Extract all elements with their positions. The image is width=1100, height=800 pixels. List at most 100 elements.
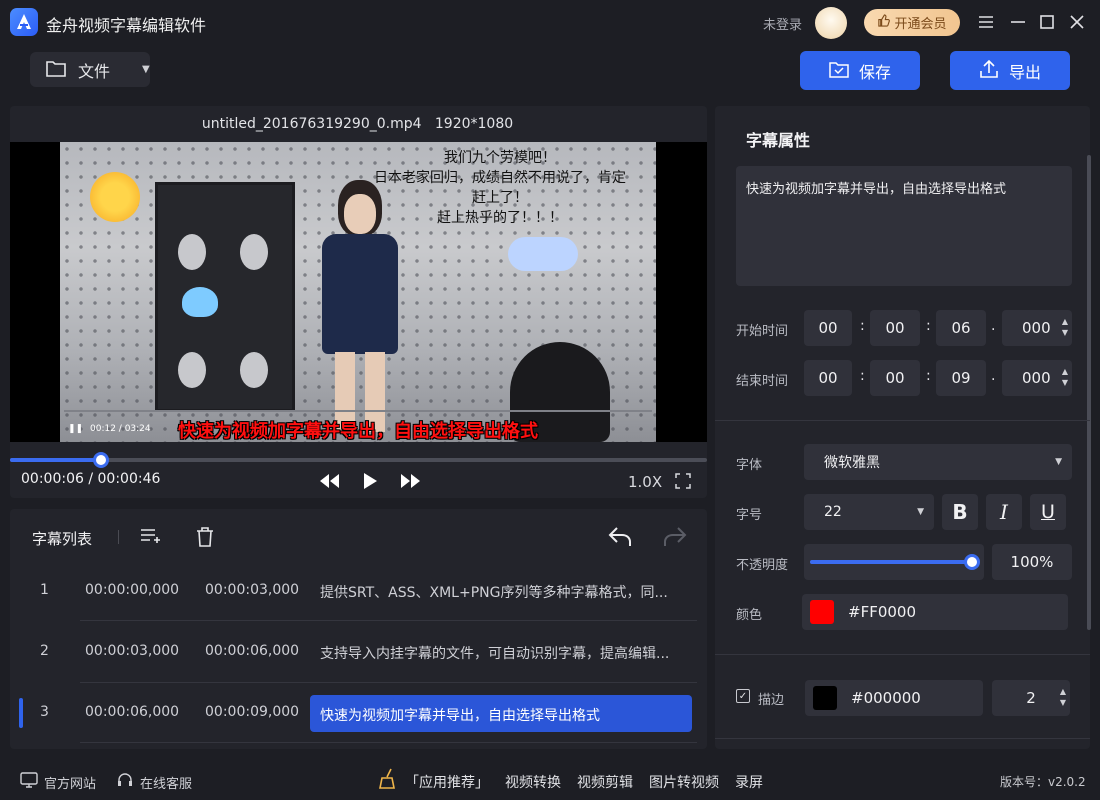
broom-icon <box>378 768 398 794</box>
total-time: 00:00:46 <box>97 471 161 487</box>
file-info: untitled_201676319290_0.mp4 1920*1080 <box>0 116 715 132</box>
menu-icon[interactable] <box>974 10 998 34</box>
video-overlay-line: 我们九个劳模吧！ <box>444 150 556 166</box>
version-label: 版本号：v2.0.2 <box>1000 775 1086 789</box>
font-size-label: 字号 <box>736 508 763 523</box>
time-colon: : <box>860 318 865 334</box>
app-title: 金舟视频字幕编辑软件 <box>46 16 207 35</box>
footer-link-video-edit[interactable]: 视频剪辑 <box>577 772 633 792</box>
stroke-checkbox[interactable]: ✓ <box>736 689 750 703</box>
thumb-up-icon <box>877 14 891 31</box>
opacity-label: 不透明度 <box>736 558 789 573</box>
row-divider <box>80 742 697 743</box>
footer-link-image-to-video[interactable]: 图片转视频 <box>649 772 719 792</box>
underline-icon: U <box>1041 501 1055 523</box>
row-index: 2 <box>40 643 49 659</box>
delete-icon[interactable] <box>195 526 215 552</box>
chevron-down-icon: ▼ <box>142 64 150 75</box>
underline-button[interactable]: U <box>1030 494 1066 530</box>
redo-icon[interactable] <box>663 526 687 552</box>
end-minute-input[interactable]: 00 <box>870 360 920 396</box>
minimize-icon[interactable] <box>1006 10 1030 34</box>
bold-button[interactable]: B <box>942 494 978 530</box>
end-ms-value: 000 <box>1022 369 1051 387</box>
official-website-link[interactable]: 官方网站 <box>20 772 96 792</box>
video-overlay-line: 赶上了！ <box>472 190 528 206</box>
subtitle-text-input[interactable]: 快速为视频加字幕并导出，自由选择导出格式 <box>736 166 1072 286</box>
playback-speed[interactable]: 1.0X <box>628 473 662 491</box>
row-index: 3 <box>40 704 49 720</box>
opacity-slider-thumb[interactable] <box>964 554 980 570</box>
start-second-input[interactable]: 06 <box>936 310 986 346</box>
end-second-input[interactable]: 09 <box>936 360 986 396</box>
start-minute-input[interactable]: 00 <box>870 310 920 346</box>
time-dot: . <box>991 368 996 384</box>
online-support-label: 在线客服 <box>140 776 193 792</box>
rewind-icon[interactable] <box>318 473 340 493</box>
row-text[interactable]: 提供SRT、ASS、XML+PNG序列等多种字幕格式，同... <box>320 582 680 602</box>
stroke-color-picker[interactable]: #000000 <box>805 680 983 716</box>
avatar[interactable] <box>815 7 847 39</box>
start-time-label: 开始时间 <box>736 324 789 339</box>
section-divider <box>715 420 1090 421</box>
video-overlay-text: 我们九个劳模吧！ 日本老家回归，成绩自然不用说了，肯定 赶上了！ 赶上热乎的了！… <box>340 148 656 228</box>
opacity-slider-fill <box>810 560 972 564</box>
stroke-color-swatch[interactable] <box>813 686 837 710</box>
time-colon: : <box>860 368 865 384</box>
save-check-icon <box>829 60 849 82</box>
spinner-icon[interactable]: ▲ ▼ <box>1062 316 1068 338</box>
file-menu-button[interactable]: 文件 ▼ <box>30 52 150 87</box>
end-time-label: 结束时间 <box>736 374 789 389</box>
row-start-time: 00:00:00,000 <box>85 582 180 598</box>
fast-forward-icon[interactable] <box>400 473 422 493</box>
stroke-width-value: 2 <box>1026 689 1036 707</box>
video-overlay-line: 赶上热乎的了！！！ <box>437 210 563 226</box>
font-select[interactable]: 微软雅黑 ▼ <box>804 444 1072 480</box>
row-text[interactable]: 支持导入内挂字幕的文件，可自动识别字幕，提高编辑... <box>320 643 680 663</box>
save-button[interactable]: 保存 <box>800 51 920 90</box>
italic-button[interactable]: I <box>986 494 1022 530</box>
folder-icon <box>46 59 66 81</box>
login-status[interactable]: 未登录 <box>763 14 802 33</box>
file-name: untitled_201676319290_0.mp4 <box>201 116 422 132</box>
add-subtitle-icon[interactable] <box>140 527 160 551</box>
start-hour-input[interactable]: 00 <box>804 310 852 346</box>
color-picker[interactable]: #FF0000 <box>802 594 1068 630</box>
opacity-input[interactable]: 100% <box>992 544 1072 580</box>
end-ms-input[interactable]: 000 ▲ ▼ <box>1002 360 1072 396</box>
start-ms-input[interactable]: 000 ▲ ▼ <box>1002 310 1072 346</box>
video-resolution: 1920*1080 <box>434 116 514 132</box>
end-hour-input[interactable]: 00 <box>804 360 852 396</box>
online-support-link[interactable]: 在线客服 <box>116 772 192 792</box>
official-website-label: 官方网站 <box>44 776 97 792</box>
export-button[interactable]: 导出 <box>950 51 1070 90</box>
close-icon[interactable] <box>1065 10 1089 34</box>
seek-thumb[interactable] <box>92 452 109 468</box>
fullscreen-icon[interactable] <box>675 473 691 493</box>
subtitle-row[interactable]: 1 00:00:00,000 00:00:03,000 提供SRT、ASS、XM… <box>10 571 707 611</box>
row-divider <box>80 682 697 683</box>
time-display: 00:00:06 / 00:00:46 <box>21 471 160 487</box>
subtitle-row[interactable]: 2 00:00:03,000 00:00:06,000 支持导入内挂字幕的文件，… <box>10 632 707 672</box>
font-size-select[interactable]: 22 ▼ <box>804 494 934 530</box>
undo-icon[interactable] <box>608 526 632 552</box>
color-swatch[interactable] <box>810 600 834 624</box>
seek-bar[interactable] <box>10 458 707 462</box>
row-text[interactable]: 快速为视频加字幕并导出，自由选择导出格式 <box>310 695 692 732</box>
spinner-icon[interactable]: ▲ ▼ <box>1060 686 1066 708</box>
video-preview[interactable]: 我们九个劳模吧！ 日本老家回归，成绩自然不用说了，肯定 赶上了！ 赶上热乎的了！… <box>60 142 656 442</box>
time-colon: : <box>926 368 931 384</box>
app-recommend-label: 「应用推荐」 <box>405 775 489 791</box>
play-icon[interactable] <box>362 472 378 494</box>
spinner-icon[interactable]: ▲ ▼ <box>1062 366 1068 388</box>
subtitle-row-selected[interactable]: 3 00:00:06,000 00:00:09,000 快速为视频加字幕并导出，… <box>10 693 707 733</box>
row-index: 1 <box>40 582 49 598</box>
footer-link-video-convert[interactable]: 视频转换 <box>505 772 561 792</box>
stroke-width-input[interactable]: 2 ▲ ▼ <box>992 680 1070 716</box>
subtitle-preview-text: 快速为视频加字幕并导出，自由选择导出格式 <box>178 421 538 442</box>
properties-scrollbar[interactable] <box>1087 155 1091 630</box>
video-overlay-line: 日本老家回归，成绩自然不用说了，肯定 <box>374 170 626 186</box>
vip-button[interactable]: 开通会员 <box>864 9 960 36</box>
footer-link-screen-record[interactable]: 录屏 <box>735 772 763 792</box>
maximize-icon[interactable] <box>1035 10 1059 34</box>
